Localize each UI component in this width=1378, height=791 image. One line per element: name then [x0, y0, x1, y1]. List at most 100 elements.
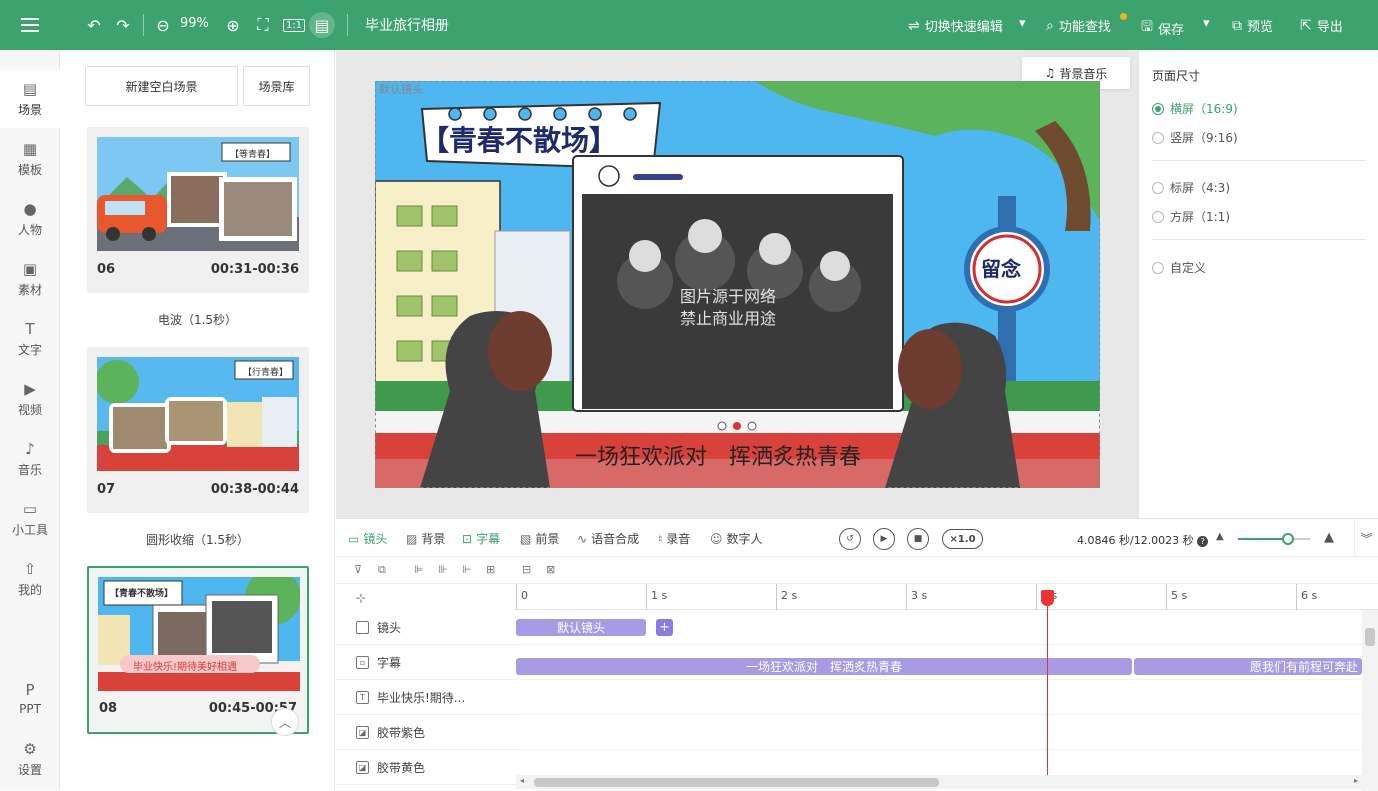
- zoom-slider-knob[interactable]: [1282, 533, 1295, 545]
- tab-subtitle[interactable]: ⊡ 字幕: [462, 530, 500, 547]
- tab-foreground[interactable]: ▧ 前景: [520, 530, 559, 547]
- tab-background[interactable]: ▨ 背景: [406, 530, 445, 547]
- clip-subtitle-2[interactable]: 愿我们有前程可奔赴: [1134, 658, 1362, 675]
- subtitle-text[interactable]: 一场狂欢派对 挥洒炙热青春: [575, 439, 861, 471]
- caret-down-icon: ▾: [1019, 16, 1026, 31]
- save-button[interactable]: 🖫 保存: [1141, 16, 1184, 40]
- align-center-icon[interactable]: ⊪: [438, 563, 448, 576]
- quick-edit-label: 切换快速编辑: [924, 20, 1003, 35]
- tab-tts[interactable]: ∿ 语音合成: [577, 530, 639, 547]
- help-icon[interactable]: ?: [1197, 536, 1209, 547]
- group-icon[interactable]: ⊟: [522, 563, 531, 576]
- new-blank-scene-button[interactable]: 新建空白场景: [85, 66, 238, 106]
- track-label-subtitle[interactable]: ▫ 字幕: [336, 645, 516, 680]
- menu-icon[interactable]: [0, 0, 60, 50]
- default-camera-label: 默认镜头: [379, 83, 423, 96]
- tab-record[interactable]: ♮ 录音: [658, 530, 690, 547]
- transition-label[interactable]: 电波（1.5秒）: [60, 311, 335, 328]
- gear-icon: ⚙: [23, 739, 37, 758]
- radio-landscape[interactable]: 横屏（16:9): [1152, 100, 1238, 117]
- tab-label: 字幕: [476, 532, 501, 546]
- align-left-icon[interactable]: ⊫: [414, 563, 424, 576]
- sign-text[interactable]: 留念: [981, 253, 1021, 282]
- time-ruler[interactable]: 0 1 s 2 s 3 s 4 s 5 s 6 s: [516, 584, 1378, 610]
- undo-icon[interactable]: ↶: [81, 12, 107, 38]
- radio-portrait[interactable]: 竖屏（9:16): [1152, 129, 1238, 146]
- tab-label: 录音: [666, 532, 691, 546]
- nav-scene[interactable]: ▤ 场景: [0, 70, 60, 128]
- radio-square[interactable]: 方屏（1:1): [1152, 208, 1230, 225]
- scene-library-button[interactable]: 场景库: [243, 66, 310, 106]
- scrollbar-thumb[interactable]: [534, 778, 939, 787]
- nav-toolbox[interactable]: ▭ 小工具: [0, 490, 60, 548]
- nav-settings[interactable]: ⚙ 设置: [0, 730, 60, 788]
- clip-default-camera[interactable]: 默认镜头: [516, 619, 646, 636]
- speed-button[interactable]: ×1.0: [942, 529, 983, 549]
- save-dropdown[interactable]: ▾: [1203, 16, 1210, 31]
- scene-title-text[interactable]: 【青春不散场】: [421, 119, 617, 159]
- fullscreen-icon[interactable]: ⛶: [250, 12, 276, 38]
- zoom-out-mountain-icon[interactable]: ▲: [1216, 531, 1224, 542]
- scene-number: 08: [99, 701, 118, 716]
- stop-button[interactable]: ■: [907, 528, 929, 550]
- ungroup-icon[interactable]: ⊠: [546, 563, 555, 576]
- track-label-text[interactable]: T 毕业快乐!期待...: [336, 680, 516, 715]
- horizontal-scrollbar[interactable]: ◂ ▸: [516, 775, 1362, 789]
- nav-ppt[interactable]: P PPT: [0, 670, 60, 728]
- collapse-timeline-button[interactable]: ︾: [1354, 519, 1378, 557]
- clip-subtitle-1[interactable]: 一场狂欢派对 挥洒炙热青春: [516, 658, 1132, 675]
- layers-icon[interactable]: ⧉: [378, 563, 386, 577]
- playhead-handle[interactable]: [1040, 590, 1054, 606]
- tab-camera[interactable]: ▭ 镜头: [348, 530, 387, 547]
- align-right-icon[interactable]: ⊩: [462, 563, 472, 576]
- quick-edit-button[interactable]: ⇌ 切换快速编辑: [908, 16, 1003, 36]
- zoom-in-mountain-icon[interactable]: ▲: [1324, 530, 1334, 545]
- radio-custom[interactable]: 自定义: [1152, 259, 1206, 276]
- scene-card-08[interactable]: 【青春不散场】 毕业快乐!期待美好相遇 08 00:45-00:57 ︿: [87, 566, 309, 736]
- distribute-icon[interactable]: ⊞: [486, 563, 495, 576]
- transition-label[interactable]: 圆形收缩（1.5秒）: [60, 531, 335, 548]
- track-label-tape-purple[interactable]: ◪ 胶带紫色: [336, 715, 516, 750]
- ruler-tick: 2 s: [776, 584, 797, 610]
- filter-icon[interactable]: ⊽: [354, 563, 362, 576]
- canvas-stage[interactable]: 【青春不散场】 留念 图片源于网络 禁止商业用途 一场狂欢派对 挥洒炙热青春 默…: [375, 81, 1100, 488]
- template-edit-icon[interactable]: ▤: [309, 12, 335, 38]
- document-title[interactable]: 毕业旅行相册: [365, 15, 449, 35]
- scroll-up-button[interactable]: ︿: [271, 708, 299, 736]
- radio-standard[interactable]: 标屏（4:3): [1152, 179, 1230, 196]
- scroll-right-icon[interactable]: ▸: [1354, 776, 1358, 785]
- scene-card-07[interactable]: 【行青春】 07 00:38-00:44: [87, 347, 309, 513]
- find-feature-button[interactable]: ⌕ 功能查找: [1046, 16, 1111, 36]
- vertical-scrollbar[interactable]: [1362, 610, 1378, 791]
- track-label-camera[interactable]: 镜头: [336, 610, 516, 645]
- zoom-out-icon[interactable]: ⊖: [150, 12, 176, 38]
- nav-person[interactable]: ● 人物: [0, 190, 60, 248]
- nav-template[interactable]: ▦ 模板: [0, 130, 60, 188]
- scene-thumbnail: 【行青春】: [97, 357, 299, 471]
- nav-video[interactable]: ▶ 视频: [0, 370, 60, 428]
- replay-button[interactable]: ↺: [839, 528, 861, 550]
- export-button[interactable]: ⇱ 导出: [1300, 16, 1343, 36]
- play-button[interactable]: ▶: [873, 528, 895, 550]
- scroll-left-icon[interactable]: ◂: [520, 776, 524, 785]
- nav-mine[interactable]: ⇧ 我的: [0, 550, 60, 608]
- tab-label: 镜头: [363, 532, 388, 546]
- redo-icon[interactable]: ↷: [110, 12, 136, 38]
- nav-music[interactable]: ♪ 音乐: [0, 430, 60, 488]
- scrollbar-thumb[interactable]: [1365, 628, 1375, 646]
- nav-material[interactable]: ▣ 素材: [0, 250, 60, 308]
- double-chevron-down-icon: ︾: [1360, 531, 1373, 546]
- add-camera-button[interactable]: +: [656, 619, 673, 636]
- timeline-zoom-slider[interactable]: [1238, 533, 1310, 545]
- actual-size-icon[interactable]: 1:1: [281, 12, 307, 38]
- zoom-in-icon[interactable]: ⊕: [220, 12, 246, 38]
- radio-circle: [1152, 181, 1164, 194]
- text-icon: T: [25, 319, 35, 338]
- quick-edit-dropdown[interactable]: ▾: [1019, 16, 1026, 31]
- track-label-tape-yellow[interactable]: ◪ 胶带黄色: [336, 750, 516, 785]
- nav-text[interactable]: T 文字: [0, 310, 60, 368]
- tab-digital-human[interactable]: ☺ 数字人: [710, 530, 763, 547]
- preview-button[interactable]: ⧉ 预览: [1232, 16, 1273, 36]
- scene-card-06[interactable]: 【等青春】 06 00:31-00:36: [87, 127, 309, 293]
- track-settings-icon[interactable]: ⊹: [356, 591, 366, 605]
